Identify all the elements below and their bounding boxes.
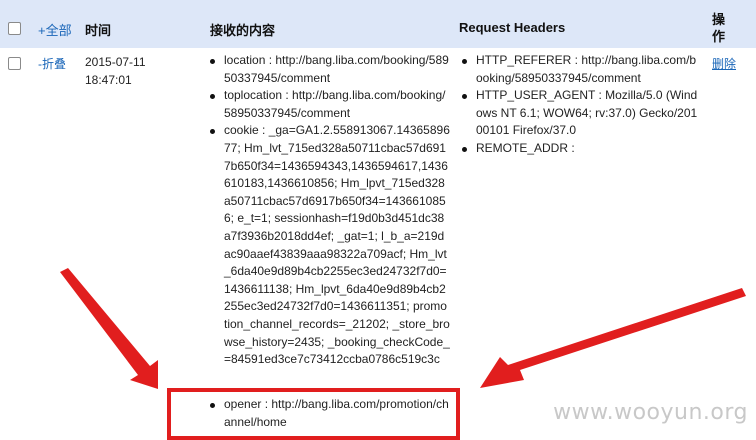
row-time: 18:47:01: [85, 73, 132, 87]
request-headers-column-header: Request Headers: [459, 20, 566, 35]
content-item-cookie: cookie : _ga=GA1.2.558913067.1436589677;…: [210, 122, 450, 368]
right-arrow-icon: [480, 288, 746, 388]
received-content-column-header: 接收的内容: [210, 23, 276, 38]
collapse-link[interactable]: -折叠: [38, 55, 66, 72]
header-item-remote-addr: REMOTE_ADDR :: [462, 140, 702, 158]
select-all-checkbox[interactable]: [8, 22, 21, 35]
content-item-toplocation: toplocation : http://bang.liba.com/booki…: [210, 87, 450, 122]
header-item-referer: HTTP_REFERER : http://bang.liba.com/book…: [462, 52, 702, 87]
left-arrow-icon: [60, 268, 158, 389]
request-headers-list: HTTP_REFERER : http://bang.liba.com/book…: [462, 52, 702, 158]
action-column-header: 操作: [712, 12, 726, 44]
highlight-box: [167, 388, 460, 440]
expand-all-link[interactable]: +全部: [38, 20, 72, 39]
table-header: [0, 0, 756, 48]
row-date: 2015-07-11: [85, 55, 146, 69]
bullet-icon: [462, 59, 467, 64]
delete-link[interactable]: 删除: [712, 55, 736, 72]
watermark: www.wooyun.org: [553, 400, 748, 425]
bullet-icon: [210, 94, 215, 100]
bullet-icon: [210, 59, 215, 64]
bullet-icon: [210, 129, 215, 135]
received-content-list: location : http://bang.liba.com/booking/…: [210, 52, 450, 369]
content-item-location: location : http://bang.liba.com/booking/…: [210, 52, 450, 87]
header-item-user-agent: HTTP_USER_AGENT : Mozilla/5.0 (Windows N…: [462, 87, 702, 140]
bullet-icon: [462, 146, 467, 152]
row-checkbox[interactable]: [8, 57, 21, 70]
time-column-header: 时间: [85, 23, 112, 38]
bullet-icon: [462, 94, 467, 100]
